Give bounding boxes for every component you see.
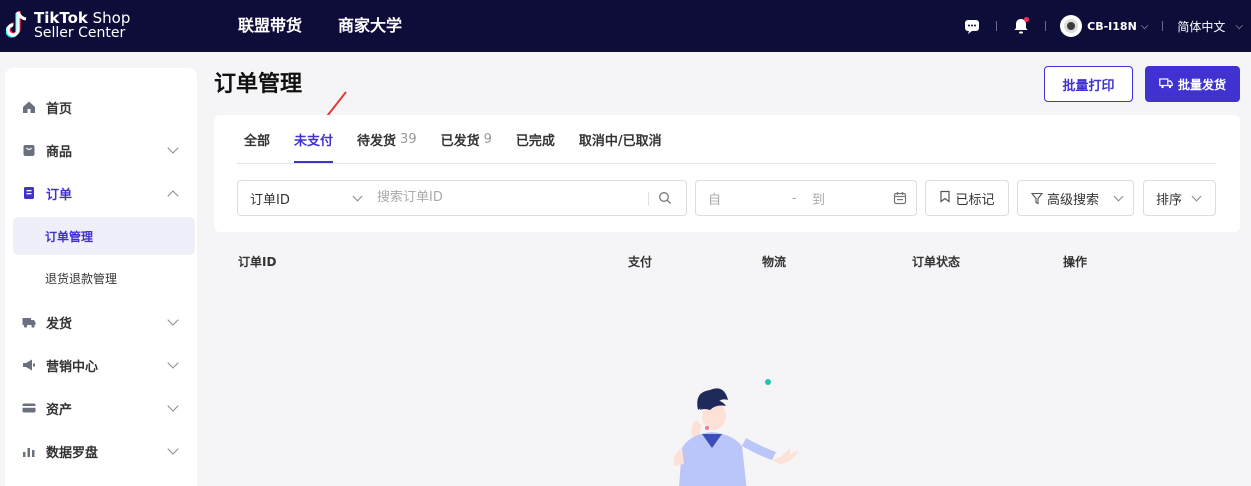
divider bbox=[648, 192, 649, 206]
marked-label: 已标记 bbox=[955, 192, 995, 208]
tab-count: 39 bbox=[400, 131, 417, 147]
column-header-order-status: 订单状态 bbox=[912, 255, 961, 269]
date-to[interactable]: 到 bbox=[812, 189, 825, 208]
sidebar-subitem-returns[interactable]: 退货退款管理 bbox=[13, 259, 195, 297]
sidebar-item-products[interactable]: 商品 bbox=[5, 132, 197, 168]
chevron-down-icon bbox=[167, 400, 179, 412]
page-title: 订单管理 bbox=[214, 72, 303, 97]
sidebar-item-label: 首页 bbox=[46, 101, 73, 117]
column-header-logistics: 物流 bbox=[762, 255, 787, 269]
tab-count: 9 bbox=[483, 131, 492, 147]
truck-icon bbox=[22, 315, 36, 329]
chevron-up-icon bbox=[167, 190, 179, 202]
sidebar-item-label: 营销中心 bbox=[46, 359, 99, 375]
chevron-down-icon[interactable]: ⌵ bbox=[1141, 21, 1149, 32]
tiktok-shop-logo[interactable]: TikTok Shop Seller Center bbox=[5, 6, 131, 46]
sidebar-item-marketing[interactable]: 营销中心 bbox=[5, 347, 197, 383]
divider bbox=[1045, 21, 1047, 31]
order-search-box: 订单ID bbox=[237, 180, 687, 216]
sidebar-item-orders[interactable]: 订单 bbox=[5, 175, 197, 211]
date-from[interactable]: 自 bbox=[708, 189, 721, 208]
calendar-icon[interactable] bbox=[893, 191, 907, 209]
avatar[interactable] bbox=[1060, 15, 1083, 37]
batch-print-button[interactable]: 批量打印 bbox=[1044, 66, 1133, 102]
date-separator: - bbox=[792, 190, 797, 206]
bell-icon[interactable] bbox=[1011, 16, 1031, 36]
sort-button[interactable]: 排序 bbox=[1143, 180, 1216, 216]
tab-cancelled[interactable]: 取消中/已取消 bbox=[579, 115, 662, 163]
marked-filter-button[interactable]: 已标记 bbox=[925, 180, 1009, 216]
language-selector[interactable]: 简体中文 bbox=[1177, 18, 1225, 35]
bag-icon bbox=[22, 143, 36, 157]
tab-unpaid[interactable]: 未支付 bbox=[294, 115, 334, 163]
sidebar-item-home[interactable]: 首页 bbox=[5, 89, 197, 125]
bookmark-icon bbox=[939, 190, 951, 207]
search-type-select[interactable]: 订单ID bbox=[250, 189, 290, 208]
sidebar-item-label: 订单 bbox=[46, 187, 73, 203]
chevron-down-icon bbox=[1113, 191, 1124, 202]
top-nav: 联盟带货 商家大学 bbox=[238, 12, 402, 36]
search-input[interactable] bbox=[377, 190, 637, 205]
sidebar-item-assets[interactable]: 资产 bbox=[5, 390, 197, 426]
date-range-picker[interactable]: 自 - 到 bbox=[695, 180, 917, 216]
column-header-payment: 支付 bbox=[628, 255, 653, 269]
chevron-down-icon bbox=[1191, 191, 1202, 202]
column-header-order-id: 订单ID bbox=[238, 255, 277, 269]
chevron-down-icon[interactable] bbox=[352, 191, 363, 202]
top-right-tools: CB-I18N ⌵ 简体中文 ⌵ bbox=[962, 0, 1251, 52]
nav-affiliate[interactable]: 联盟带货 bbox=[238, 12, 302, 36]
tab-to-ship[interactable]: 待发货 39 bbox=[357, 115, 417, 163]
search-icon[interactable] bbox=[658, 191, 672, 209]
chevron-down-icon bbox=[167, 443, 179, 455]
sort-label: 排序 bbox=[1156, 192, 1183, 208]
tab-shipped[interactable]: 已发货 9 bbox=[441, 115, 492, 163]
sidebar-subitem-label: 退货退款管理 bbox=[45, 271, 118, 286]
truck-icon bbox=[1159, 77, 1173, 92]
sidebar-item-label: 资产 bbox=[46, 402, 73, 418]
chart-icon bbox=[22, 444, 36, 458]
sidebar-subitem-label: 订单管理 bbox=[45, 229, 94, 244]
message-icon[interactable] bbox=[962, 16, 982, 36]
nav-merchant-university[interactable]: 商家大学 bbox=[338, 12, 402, 36]
chevron-down-icon bbox=[167, 314, 179, 326]
order-status-tabs: 全部 未支付 待发货 39 已发货 9 已完成 取消中/已取消 bbox=[244, 115, 686, 163]
advanced-search-button[interactable]: 高级搜索 bbox=[1017, 180, 1134, 216]
chevron-down-icon[interactable]: ⌵ bbox=[1235, 21, 1243, 32]
order-filter-card: 全部 未支付 待发货39 已发货9 已完成 取消中/已取消 订单ID 自 - 到… bbox=[214, 115, 1240, 232]
sidebar-item-shipping[interactable]: 发货 bbox=[5, 304, 197, 340]
chevron-down-icon bbox=[167, 357, 179, 369]
advanced-search-label: 高级搜索 bbox=[1047, 192, 1100, 208]
logo-text: TikTok Shop Seller Center bbox=[34, 9, 131, 41]
order-icon bbox=[22, 186, 36, 200]
batch-ship-label: 批量发货 bbox=[1177, 77, 1226, 92]
tabs-divider bbox=[237, 163, 1216, 164]
sidebar-item-label: 数据罗盘 bbox=[46, 445, 99, 461]
divider bbox=[996, 21, 998, 31]
user-name[interactable]: CB-I18N bbox=[1087, 20, 1137, 33]
tiktok-logo-icon bbox=[5, 10, 28, 42]
column-header-actions: 操作 bbox=[1063, 255, 1088, 269]
sidebar-subitem-order-management[interactable]: 订单管理 bbox=[13, 217, 195, 255]
empty-state-illustration bbox=[620, 370, 840, 486]
top-bar: TikTok Shop Seller Center 联盟带货 商家大学 CB-I… bbox=[0, 0, 1251, 52]
divider bbox=[1162, 21, 1164, 31]
batch-ship-button[interactable]: 批量发货 bbox=[1145, 66, 1240, 102]
card-icon bbox=[22, 401, 36, 415]
sidebar-item-label: 商品 bbox=[46, 144, 73, 160]
chevron-down-icon bbox=[167, 142, 179, 154]
sidebar: 首页 商品 订单 订单管理 退货退款管理 发货 营销中心 资产 数据罗盘 bbox=[5, 68, 197, 486]
filter-icon bbox=[1030, 192, 1044, 209]
sidebar-item-data-compass[interactable]: 数据罗盘 bbox=[5, 433, 197, 469]
megaphone-icon bbox=[22, 358, 36, 372]
tab-completed[interactable]: 已完成 bbox=[516, 115, 555, 163]
tab-all[interactable]: 全部 bbox=[244, 115, 270, 163]
sidebar-item-label: 发货 bbox=[46, 316, 73, 332]
home-icon bbox=[22, 100, 36, 114]
